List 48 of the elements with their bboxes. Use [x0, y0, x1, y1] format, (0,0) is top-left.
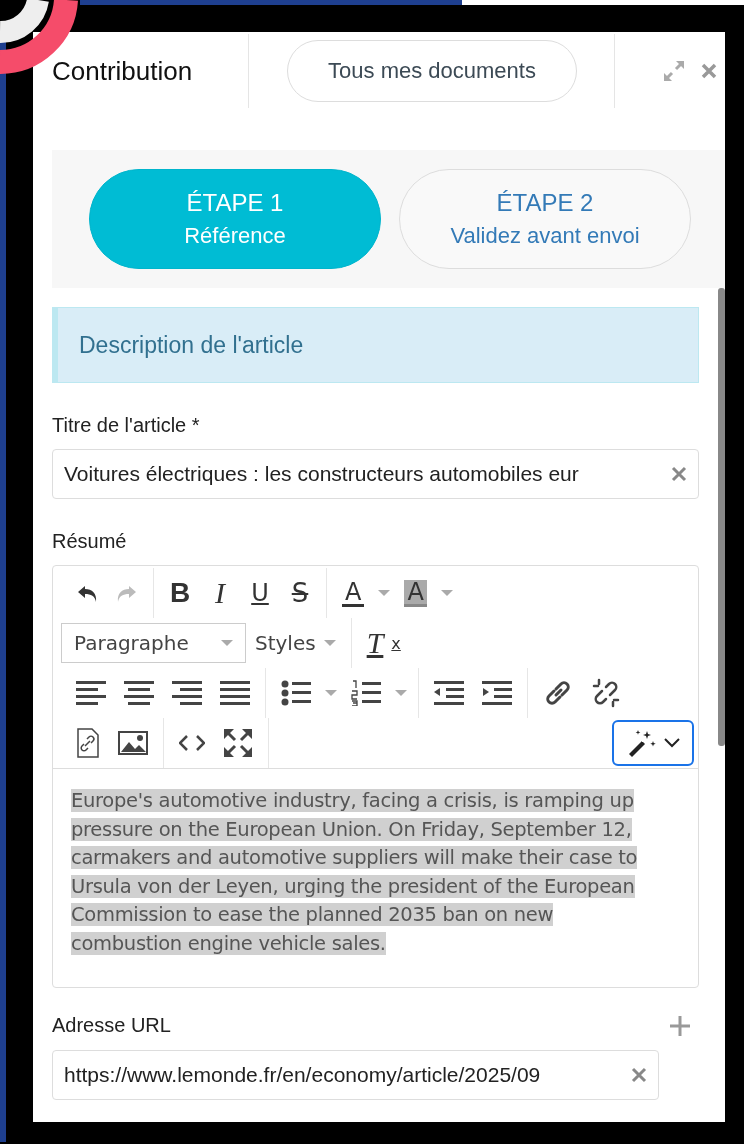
caret-icon — [221, 640, 233, 646]
strikethrough-button[interactable]: S — [280, 573, 320, 613]
numbered-list-icon — [351, 680, 381, 706]
title-field[interactable]: Voitures électriques : les constructeurs automobiles eur — [52, 449, 699, 499]
justify-icon — [220, 681, 250, 705]
underline-button[interactable]: U — [240, 573, 280, 613]
magic-wand-button[interactable] — [612, 720, 694, 766]
bullet-list-icon — [281, 680, 311, 706]
align-right-icon — [172, 681, 202, 705]
indent-icon — [482, 681, 512, 705]
image-icon — [118, 731, 148, 755]
align-left-icon — [76, 681, 106, 705]
field-label: Résumé — [52, 530, 128, 553]
step-subtitle: Validez avant envoi — [450, 223, 640, 249]
format-select[interactable]: Paragraphe — [61, 623, 246, 663]
scrollbar-thumb[interactable] — [718, 288, 725, 746]
step-title: ÉTAPE 2 — [496, 189, 594, 217]
documents-button[interactable]: Tous mes documents — [287, 40, 577, 102]
caret-icon — [325, 690, 337, 696]
panel-title: Contribution — [52, 55, 194, 87]
caret-icon — [395, 690, 407, 696]
step-subtitle: Référence — [184, 223, 286, 249]
outdent-icon — [434, 681, 464, 705]
background-color-button[interactable]: A — [395, 573, 436, 613]
code-icon — [179, 734, 205, 752]
caret-icon — [378, 590, 391, 596]
step-title: ÉTAPE 1 — [186, 189, 284, 217]
clear-icon[interactable] — [631, 1066, 647, 1083]
section-banner: Description de l'article — [52, 307, 699, 383]
bold-button[interactable]: B — [160, 573, 200, 613]
align-center-icon — [124, 681, 154, 705]
link-icon — [543, 678, 573, 708]
url-field[interactable]: https://www.lemonde.fr/en/economy/article/2025/09 — [52, 1049, 659, 1100]
italic-button[interactable]: I — [200, 573, 240, 613]
field-label: Adresse URL — [52, 1014, 171, 1038]
styles-menu[interactable]: Styles — [246, 623, 345, 663]
field-label: Titre de l'article * — [52, 413, 200, 437]
text-color-button[interactable]: A — [333, 573, 374, 613]
unlink-icon — [591, 678, 621, 708]
caret-icon — [323, 640, 336, 646]
caret-icon — [440, 590, 453, 596]
close-icon[interactable] — [701, 63, 717, 79]
document-link-icon — [76, 728, 100, 758]
plus-icon[interactable] — [669, 1014, 691, 1037]
fullscreen-icon — [223, 728, 253, 758]
step-tab[interactable]: ÉTAPE 2 Validez avant envoi — [399, 169, 691, 269]
chevron-icon — [664, 738, 680, 748]
clear-icon[interactable] — [671, 466, 687, 482]
